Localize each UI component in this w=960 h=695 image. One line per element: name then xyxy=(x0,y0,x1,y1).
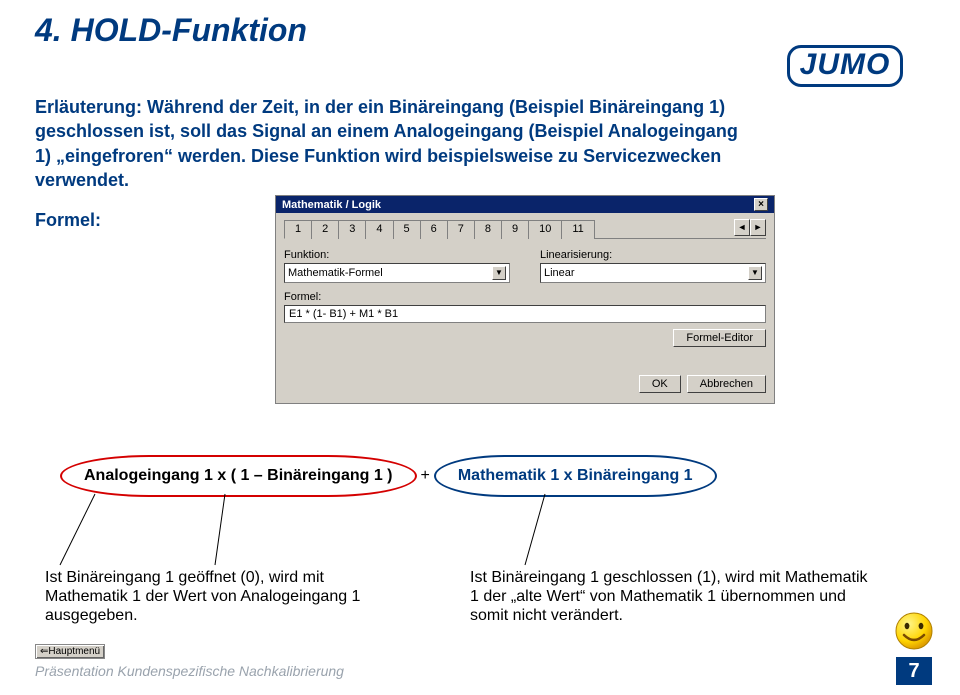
logo: JUMO xyxy=(770,45,920,87)
formel-field-label: Formel: xyxy=(284,291,766,303)
smiley-icon xyxy=(894,611,934,651)
hauptmenu-button[interactable]: ⇐Hauptmenü xyxy=(35,644,105,659)
chevron-down-icon: ▼ xyxy=(748,266,762,280)
formula-row: Analogeingang 1 x ( 1 – Binäreingang 1 )… xyxy=(60,455,717,497)
caption-right: Ist Binäreingang 1 geschlossen (1), wird… xyxy=(470,568,870,626)
tab-10[interactable]: 10 xyxy=(528,220,562,239)
cancel-button[interactable]: Abbrechen xyxy=(687,375,766,393)
linearisierung-label: Linearisierung: xyxy=(540,249,766,261)
footer-text: Präsentation Kundenspezifische Nachkalib… xyxy=(35,663,344,679)
page-number: 7 xyxy=(896,657,932,685)
logo-text: JUMO xyxy=(800,48,891,81)
tab-5[interactable]: 5 xyxy=(393,220,421,239)
tab-4[interactable]: 4 xyxy=(365,220,393,239)
tab-8[interactable]: 8 xyxy=(474,220,502,239)
formula-left-oval: Analogeingang 1 x ( 1 – Binäreingang 1 ) xyxy=(60,455,417,497)
linearisierung-select[interactable]: Linear ▼ xyxy=(540,263,766,283)
tab-scroll-left[interactable]: ◄ xyxy=(734,219,750,236)
dialog-title-text: Mathematik / Logik xyxy=(282,199,381,211)
tab-3[interactable]: 3 xyxy=(338,220,366,239)
formula-plus: + xyxy=(421,467,430,485)
dialog-close-button[interactable]: × xyxy=(754,198,768,211)
linearisierung-value: Linear xyxy=(544,267,575,279)
dialog-titlebar: Mathematik / Logik × xyxy=(276,196,774,213)
ok-button[interactable]: OK xyxy=(639,375,681,393)
tab-strip: 1 2 3 4 5 6 7 8 9 10 11 ◄ ► xyxy=(284,219,766,239)
funktion-label: Funktion: xyxy=(284,249,510,261)
formel-editor-button[interactable]: Formel-Editor xyxy=(673,329,766,347)
formula-right-oval: Mathematik 1 x Binäreingang 1 xyxy=(434,455,717,497)
caption-left: Ist Binäreingang 1 geöffnet (0), wird mi… xyxy=(45,568,405,626)
funktion-select[interactable]: Mathematik-Formel ▼ xyxy=(284,263,510,283)
formel-input[interactable]: E1 * (1- B1) + M1 * B1 xyxy=(284,305,766,323)
dialog-math-logic: Mathematik / Logik × 1 2 3 4 5 6 7 8 9 1… xyxy=(275,195,775,404)
tab-9[interactable]: 9 xyxy=(501,220,529,239)
tab-1[interactable]: 1 xyxy=(284,220,312,239)
intro-text: Erläuterung: Während der Zeit, in der ei… xyxy=(35,95,755,192)
tab-6[interactable]: 6 xyxy=(420,220,448,239)
tab-2[interactable]: 2 xyxy=(311,220,339,239)
funktion-value: Mathematik-Formel xyxy=(288,267,383,279)
slide-title: 4. HOLD-Funktion xyxy=(35,12,307,49)
chevron-down-icon: ▼ xyxy=(492,266,506,280)
tab-7[interactable]: 7 xyxy=(447,220,475,239)
tab-scroll-right[interactable]: ► xyxy=(750,219,766,236)
tab-11[interactable]: 11 xyxy=(561,220,594,239)
formel-label: Formel: xyxy=(35,210,101,231)
